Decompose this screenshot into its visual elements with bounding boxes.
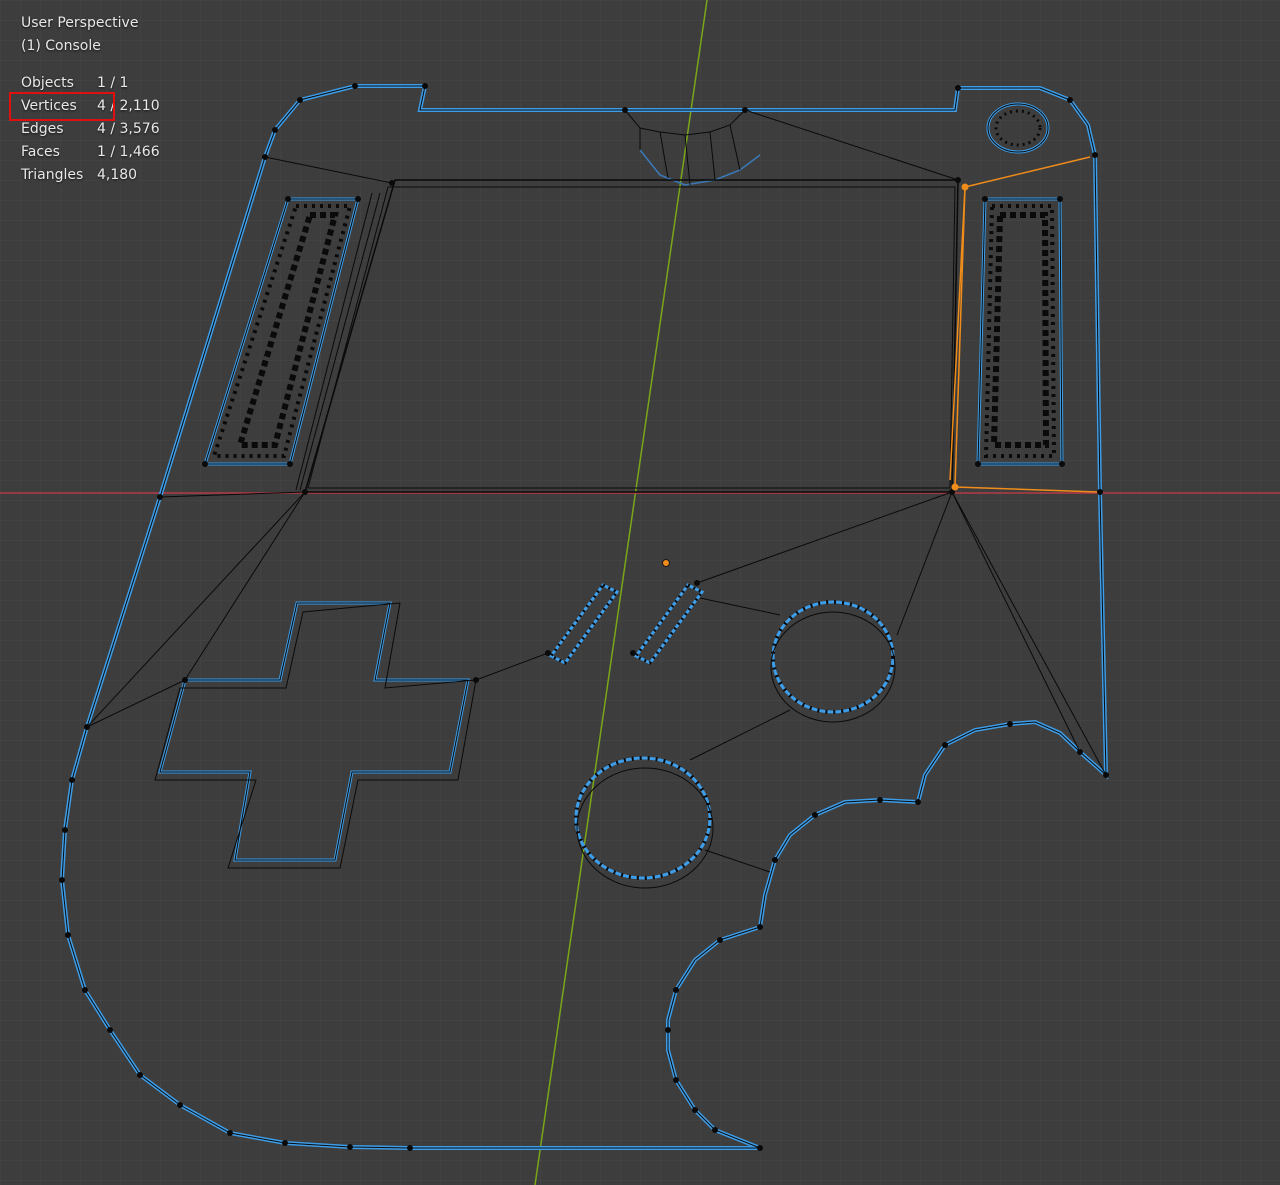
- vertices-highlight-box: [9, 92, 115, 121]
- statistics: Objects 1 / 1 Vertices 4 / 2,110 Edges 4…: [21, 72, 160, 187]
- stat-edges: Edges 4 / 3,576: [21, 118, 160, 141]
- view-name: User Perspective: [21, 15, 139, 31]
- stat-value: 4 / 3,576: [97, 121, 160, 137]
- 3d-viewport[interactable]: [0, 0, 1280, 1185]
- stat-label: Faces: [21, 144, 60, 160]
- object-origin[interactable]: [662, 559, 670, 567]
- stat-value: 4,180: [97, 167, 138, 183]
- stat-label: Triangles: [21, 167, 84, 183]
- object-name: (1) Console: [21, 38, 101, 54]
- stat-label: Edges: [21, 121, 64, 137]
- stat-value: 1 / 1,466: [97, 144, 160, 160]
- stat-triangles: Triangles 4,180: [21, 164, 160, 187]
- stat-faces: Faces 1 / 1,466: [21, 141, 160, 164]
- viewport-grid: [0, 0, 1280, 1185]
